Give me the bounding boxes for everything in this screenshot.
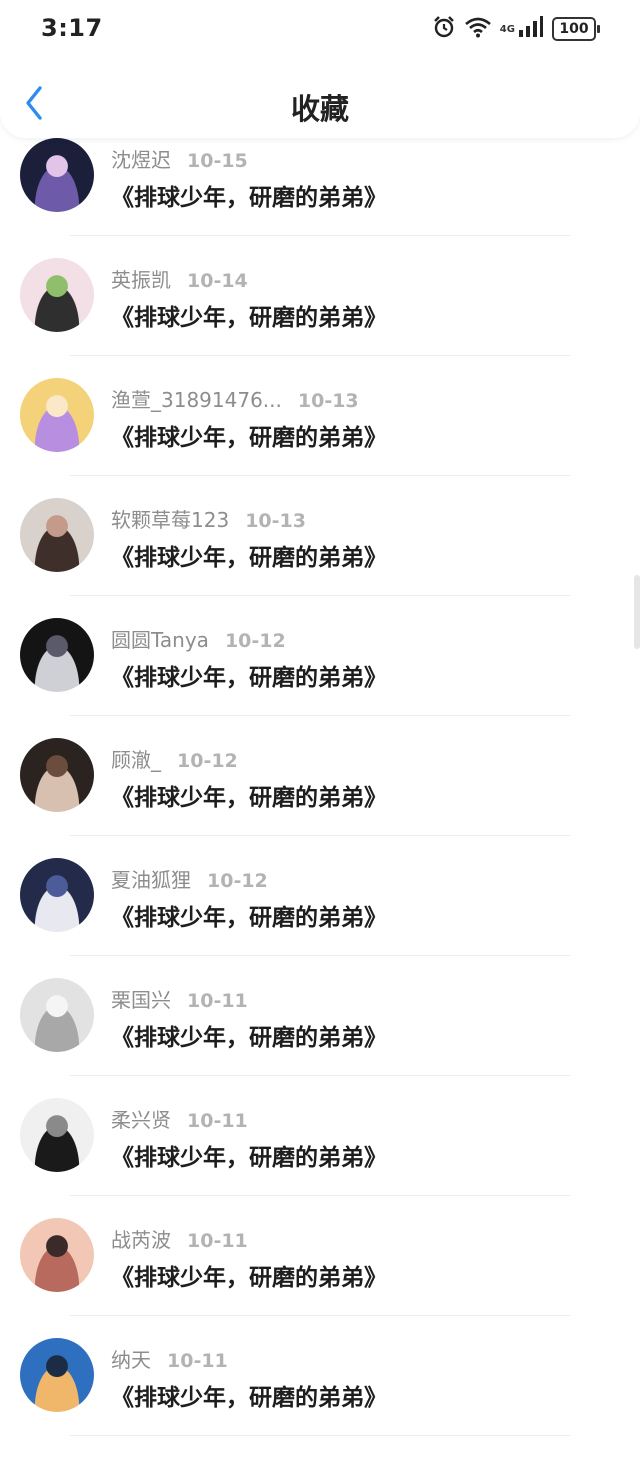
list-item[interactable]: 战芮波 10-11 《排球少年，研磨的弟弟》 bbox=[0, 1218, 640, 1338]
item-meta: 战芮波 10-11 bbox=[111, 1224, 248, 1253]
avatar[interactable] bbox=[20, 498, 94, 572]
item-meta: 圆圆Tanya 10-12 bbox=[111, 624, 286, 653]
list-item[interactable]: 渔萱_31891476... 10-13 《排球少年，研磨的弟弟》 bbox=[0, 378, 640, 498]
scrollbar[interactable] bbox=[634, 575, 640, 649]
avatar[interactable] bbox=[20, 378, 94, 452]
favorite-title[interactable]: 《排球少年，研磨的弟弟》 bbox=[111, 778, 387, 812]
item-meta: 柔兴贤 10-11 bbox=[111, 1104, 248, 1133]
list-item[interactable]: 顾澈_ 10-12 《排球少年，研磨的弟弟》 bbox=[0, 738, 640, 858]
date: 10-12 bbox=[207, 870, 268, 892]
avatar[interactable] bbox=[20, 978, 94, 1052]
top-bar: 3:17 4G 100 收藏 bbox=[0, 0, 640, 138]
avatar[interactable] bbox=[20, 1338, 94, 1412]
date: 10-11 bbox=[187, 990, 248, 1012]
date: 10-11 bbox=[187, 1110, 248, 1132]
item-meta: 纳天 10-11 bbox=[111, 1344, 228, 1373]
item-meta: 顾澈_ 10-12 bbox=[111, 744, 238, 773]
divider bbox=[70, 235, 570, 236]
list-item[interactable]: 圆圆Tanya 10-12 《排球少年，研磨的弟弟》 bbox=[0, 618, 640, 738]
avatar[interactable] bbox=[20, 738, 94, 812]
username[interactable]: 纳天 bbox=[111, 1348, 151, 1372]
status-bar: 3:17 4G 100 bbox=[0, 0, 640, 56]
favorites-list: 沈煜迟 10-15 《排球少年，研磨的弟弟》 英振凯 10-14 《排球少年，研磨的弟弟》… bbox=[0, 138, 640, 1458]
divider bbox=[70, 715, 570, 716]
list-item[interactable]: 纳天 10-11 《排球少年，研磨的弟弟》 bbox=[0, 1338, 640, 1458]
divider bbox=[70, 475, 570, 476]
username[interactable]: 沈煜迟 bbox=[111, 148, 171, 172]
avatar[interactable] bbox=[20, 618, 94, 692]
list-item[interactable]: 软颗草莓123 10-13 《排球少年，研磨的弟弟》 bbox=[0, 498, 640, 618]
divider bbox=[70, 835, 570, 836]
page-title: 收藏 bbox=[290, 92, 349, 126]
favorite-title[interactable]: 《排球少年，研磨的弟弟》 bbox=[111, 1018, 387, 1052]
wifi-icon bbox=[464, 16, 492, 42]
favorite-title[interactable]: 《排球少年，研磨的弟弟》 bbox=[111, 1378, 387, 1412]
list-item[interactable]: 夏油狐狸 10-12 《排球少年，研磨的弟弟》 bbox=[0, 858, 640, 978]
avatar[interactable] bbox=[20, 1218, 94, 1292]
favorite-title[interactable]: 《排球少年，研磨的弟弟》 bbox=[111, 1258, 387, 1292]
favorite-title[interactable]: 《排球少年，研磨的弟弟》 bbox=[111, 898, 387, 932]
avatar[interactable] bbox=[20, 138, 94, 212]
nav-bar: 收藏 bbox=[0, 70, 640, 138]
username[interactable]: 渔萱_31891476... bbox=[111, 388, 282, 412]
status-icons: 4G 100 bbox=[424, 15, 600, 43]
list-item[interactable]: 栗国兴 10-11 《排球少年，研磨的弟弟》 bbox=[0, 978, 640, 1098]
avatar[interactable] bbox=[20, 258, 94, 332]
date: 10-13 bbox=[245, 510, 306, 532]
username[interactable]: 圆圆Tanya bbox=[111, 628, 209, 652]
favorite-title[interactable]: 《排球少年，研磨的弟弟》 bbox=[111, 538, 387, 572]
username[interactable]: 战芮波 bbox=[111, 1228, 171, 1252]
list-item[interactable]: 柔兴贤 10-11 《排球少年，研磨的弟弟》 bbox=[0, 1098, 640, 1218]
alarm-icon bbox=[432, 15, 456, 43]
item-meta: 栗国兴 10-11 bbox=[111, 984, 248, 1013]
username[interactable]: 栗国兴 bbox=[111, 988, 171, 1012]
date: 10-11 bbox=[167, 1350, 228, 1372]
favorite-title[interactable]: 《排球少年，研磨的弟弟》 bbox=[111, 658, 387, 692]
item-meta: 沈煜迟 10-15 bbox=[111, 144, 248, 173]
date: 10-12 bbox=[177, 750, 238, 772]
divider bbox=[70, 1075, 570, 1076]
favorite-title[interactable]: 《排球少年，研磨的弟弟》 bbox=[111, 1138, 387, 1172]
item-meta: 夏油狐狸 10-12 bbox=[111, 864, 268, 893]
username[interactable]: 柔兴贤 bbox=[111, 1108, 171, 1132]
divider bbox=[70, 1435, 570, 1436]
date: 10-13 bbox=[297, 390, 359, 412]
list-item[interactable]: 英振凯 10-14 《排球少年，研磨的弟弟》 bbox=[0, 258, 640, 378]
avatar[interactable] bbox=[20, 1098, 94, 1172]
avatar[interactable] bbox=[20, 858, 94, 932]
username[interactable]: 夏油狐狸 bbox=[111, 868, 191, 892]
favorite-title[interactable]: 《排球少年，研磨的弟弟》 bbox=[111, 298, 387, 332]
divider bbox=[70, 955, 570, 956]
date: 10-11 bbox=[187, 1230, 248, 1252]
favorite-title[interactable]: 《排球少年，研磨的弟弟》 bbox=[111, 418, 387, 452]
username[interactable]: 英振凯 bbox=[111, 268, 171, 292]
item-meta: 软颗草莓123 10-13 bbox=[111, 504, 306, 533]
cellular-signal-icon: 4G bbox=[500, 16, 544, 42]
network-type: 4G bbox=[499, 24, 515, 35]
list-item[interactable]: 沈煜迟 10-15 《排球少年，研磨的弟弟》 bbox=[0, 138, 640, 258]
battery-indicator: 100 bbox=[552, 17, 600, 41]
divider bbox=[70, 355, 570, 356]
date: 10-12 bbox=[224, 630, 286, 652]
username[interactable]: 顾澈_ bbox=[111, 748, 161, 772]
date: 10-14 bbox=[187, 270, 248, 292]
favorite-title[interactable]: 《排球少年，研磨的弟弟》 bbox=[111, 178, 387, 212]
item-meta: 渔萱_31891476... 10-13 bbox=[111, 384, 359, 413]
divider bbox=[70, 595, 570, 596]
divider bbox=[70, 1315, 570, 1316]
date: 10-15 bbox=[187, 150, 248, 172]
username[interactable]: 软颗草莓123 bbox=[111, 508, 229, 532]
status-time: 3:17 bbox=[41, 14, 103, 42]
divider bbox=[70, 1195, 570, 1196]
item-meta: 英振凯 10-14 bbox=[111, 264, 248, 293]
